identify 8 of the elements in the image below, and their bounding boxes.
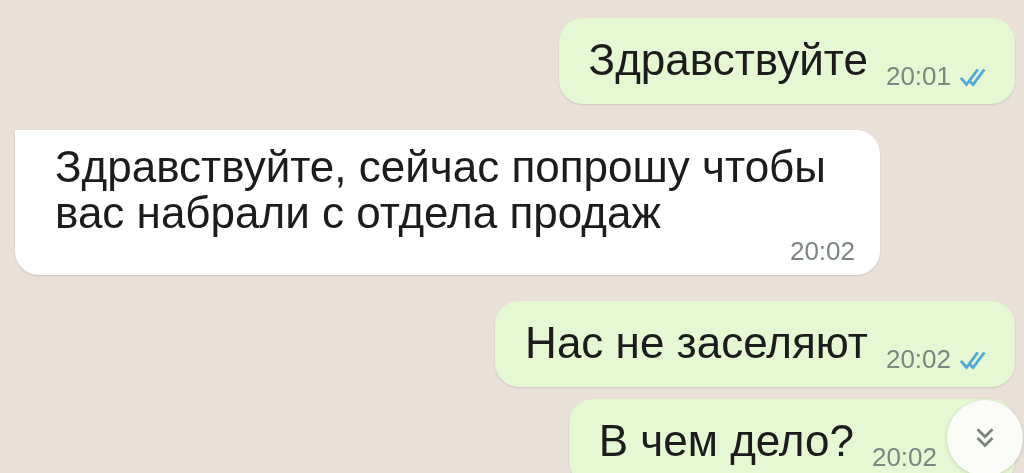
message-text: Здравствуйте, сейчас попрошу чтобы вас набрали с отдела продаж — [55, 144, 827, 236]
message-text: Здравствуйте — [588, 34, 868, 86]
message-time: 20:02 — [871, 442, 937, 473]
message-time: 20:01 — [885, 61, 951, 92]
message-text: Нас не заселяют — [525, 317, 868, 369]
message-text: В чем дело? — [598, 415, 854, 467]
message-time: 20:02 — [789, 236, 855, 267]
message-time: 20:02 — [885, 344, 951, 375]
